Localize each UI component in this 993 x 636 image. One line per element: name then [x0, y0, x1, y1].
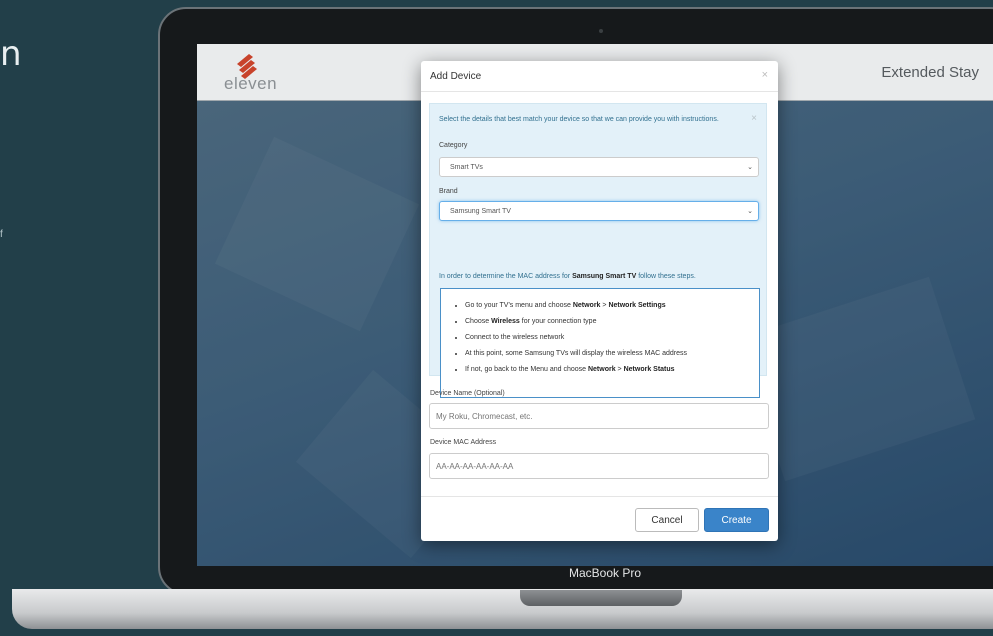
- chevron-down-icon: ⌄: [747, 164, 753, 171]
- brand-value: Samsung Smart TV: [450, 208, 511, 215]
- camera-icon: [599, 29, 603, 33]
- modal-header: Add Device ×: [421, 61, 778, 92]
- step-item: Choose Wireless for your connection type: [465, 317, 759, 326]
- create-button[interactable]: Create: [704, 508, 769, 532]
- add-device-modal: Add Device × × Select the details that b…: [421, 61, 778, 541]
- steps-list: Go to your TV's menu and choose Network …: [441, 289, 759, 374]
- dismiss-instructions-icon[interactable]: ×: [751, 113, 757, 124]
- device-name-input[interactable]: [429, 403, 769, 429]
- instructions-panel: × Select the details that best match you…: [429, 103, 767, 398]
- step-item: At this point, some Samsung TVs will dis…: [465, 349, 759, 358]
- category-label: Category: [439, 142, 468, 149]
- property-name: Extended Stay: [881, 64, 979, 81]
- steps-box: Go to your TV's menu and choose Network …: [440, 288, 760, 398]
- mac-intro-device: Samsung Smart TV: [572, 273, 637, 280]
- device-label: MacBook Pro: [568, 566, 642, 580]
- modal-footer: Cancel Create: [421, 496, 778, 542]
- mac-instructions-intro: In order to determine the MAC address fo…: [439, 273, 696, 280]
- mac-intro-suffix: follow these steps.: [636, 273, 696, 280]
- laptop-base: [12, 589, 993, 629]
- chevron-down-icon: ⌄: [747, 208, 753, 215]
- step-item: Go to your TV's menu and choose Network …: [465, 301, 759, 310]
- brand-name: eleven: [224, 74, 278, 93]
- background-text-fragment: f: [0, 229, 3, 240]
- cancel-button[interactable]: Cancel: [635, 508, 699, 532]
- device-mac-label: Device MAC Address: [430, 439, 497, 446]
- close-icon[interactable]: ×: [762, 69, 768, 81]
- step-item: If not, go back to the Menu and choose N…: [465, 365, 759, 374]
- category-value: Smart TVs: [450, 164, 483, 171]
- device-name-label: Device Name (Optional): [430, 390, 505, 397]
- brand-label: Brand: [439, 188, 458, 195]
- modal-title: Add Device: [430, 71, 482, 82]
- laptop-notch: [520, 590, 682, 606]
- device-mac-input[interactable]: [429, 453, 769, 479]
- category-select[interactable]: Smart TVs ⌄: [439, 157, 759, 177]
- instructions-intro: Select the details that best match your …: [439, 116, 719, 123]
- step-item: Connect to the wireless network: [465, 333, 759, 342]
- background-heading-fragment: n: [0, 34, 22, 74]
- brand-select[interactable]: Samsung Smart TV ⌄: [439, 201, 759, 221]
- mac-intro-prefix: In order to determine the MAC address fo…: [439, 273, 573, 280]
